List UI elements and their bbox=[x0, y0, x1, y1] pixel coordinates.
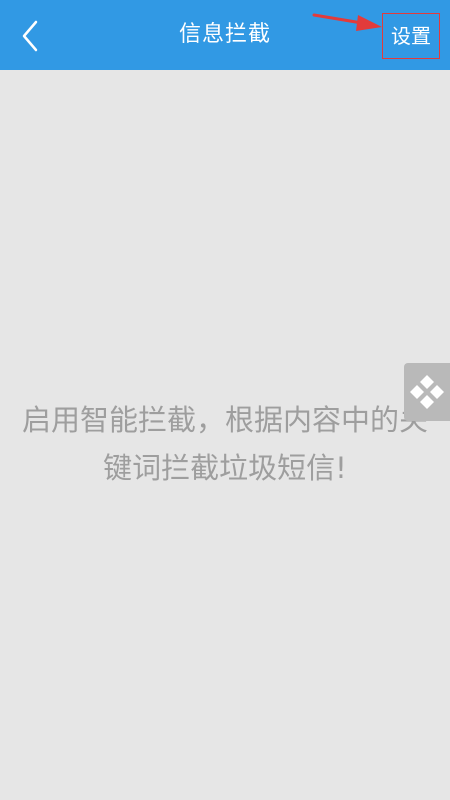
diamond-grid-icon bbox=[410, 375, 444, 409]
chevron-left-icon bbox=[22, 20, 38, 52]
empty-state-message: 启用智能拦截，根据内容中的关键词拦截垃圾短信! bbox=[21, 403, 428, 485]
top-bar: 信息拦截 设置 bbox=[0, 0, 450, 70]
floating-assistant-button[interactable] bbox=[404, 363, 450, 421]
annotation-arrow-icon bbox=[312, 13, 382, 31]
screen: 信息拦截 设置 启用智能拦截，根据内容中的关键词拦截垃圾短信! bbox=[0, 0, 450, 800]
back-button[interactable] bbox=[8, 14, 52, 58]
settings-button[interactable]: 设置 bbox=[382, 13, 440, 59]
